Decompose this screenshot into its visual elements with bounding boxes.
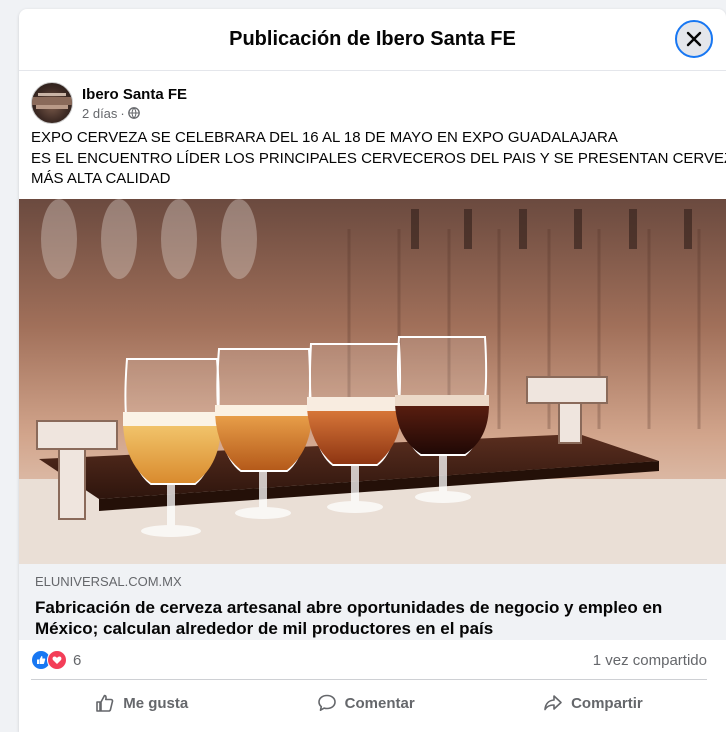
modal-title: Publicación de Ibero Santa FE xyxy=(229,28,516,50)
link-domain: ELUNIVERSAL.COM.MX xyxy=(35,574,182,589)
like-button[interactable]: Me gusta xyxy=(81,687,202,719)
globe-icon xyxy=(127,107,140,119)
share-icon xyxy=(544,695,562,711)
link-title-line: México; calculan alrededor de mil produc… xyxy=(35,619,494,638)
comment-button[interactable]: Comentar xyxy=(303,687,429,719)
close-icon xyxy=(686,31,702,47)
post-stats: 6 1 vez compartido xyxy=(31,649,707,671)
post-time[interactable]: 2 días xyxy=(82,106,117,121)
link-preview-card[interactable]: ELUNIVERSAL.COM.MX Fabricación de cervez… xyxy=(19,199,726,640)
reaction-count[interactable]: 6 xyxy=(73,652,81,669)
link-info[interactable]: ELUNIVERSAL.COM.MX Fabricación de cervez… xyxy=(19,564,726,640)
share-label: Compartir xyxy=(571,694,643,712)
post-text: EXPO CERVEZA SE CELEBRARA DEL 16 AL 18 D… xyxy=(31,128,726,190)
beer-flight-photo[interactable] xyxy=(19,199,726,564)
close-button[interactable] xyxy=(675,20,713,58)
divider xyxy=(31,679,707,680)
post-text-line: EXPO CERVEZA SE CELEBRARA DEL 16 AL 18 D… xyxy=(31,129,618,146)
share-button[interactable]: Compartir xyxy=(529,687,657,719)
post-text-line: MÁS ALTA CALIDAD xyxy=(31,170,171,187)
meta-separator: · xyxy=(120,105,125,121)
reactions-summary[interactable]: 6 xyxy=(31,650,81,670)
love-icon xyxy=(47,650,67,670)
link-title-line: Fabricación de cerveza artesanal abre op… xyxy=(35,598,663,617)
post-header: Ibero Santa FE 2 días · xyxy=(31,82,187,124)
post-modal: Publicación de Ibero Santa FE Ibero Sant… xyxy=(19,9,726,732)
comment-label: Comentar xyxy=(344,694,415,712)
like-label: Me gusta xyxy=(123,694,189,712)
share-count[interactable]: 1 vez compartido xyxy=(593,652,707,669)
modal-header: Publicación de Ibero Santa FE xyxy=(19,9,726,71)
link-title[interactable]: Fabricación de cerveza artesanal abre op… xyxy=(35,597,710,639)
thumbs-up-icon xyxy=(96,694,114,712)
author-name[interactable]: Ibero Santa FE xyxy=(82,86,187,103)
post-text-line: ES EL ENCUENTRO LÍDER LOS PRINCIPALES CE… xyxy=(31,149,726,167)
avatar[interactable] xyxy=(31,82,73,124)
comment-icon xyxy=(317,694,336,711)
action-bar: Me gusta Comentar Compartir xyxy=(31,684,707,722)
